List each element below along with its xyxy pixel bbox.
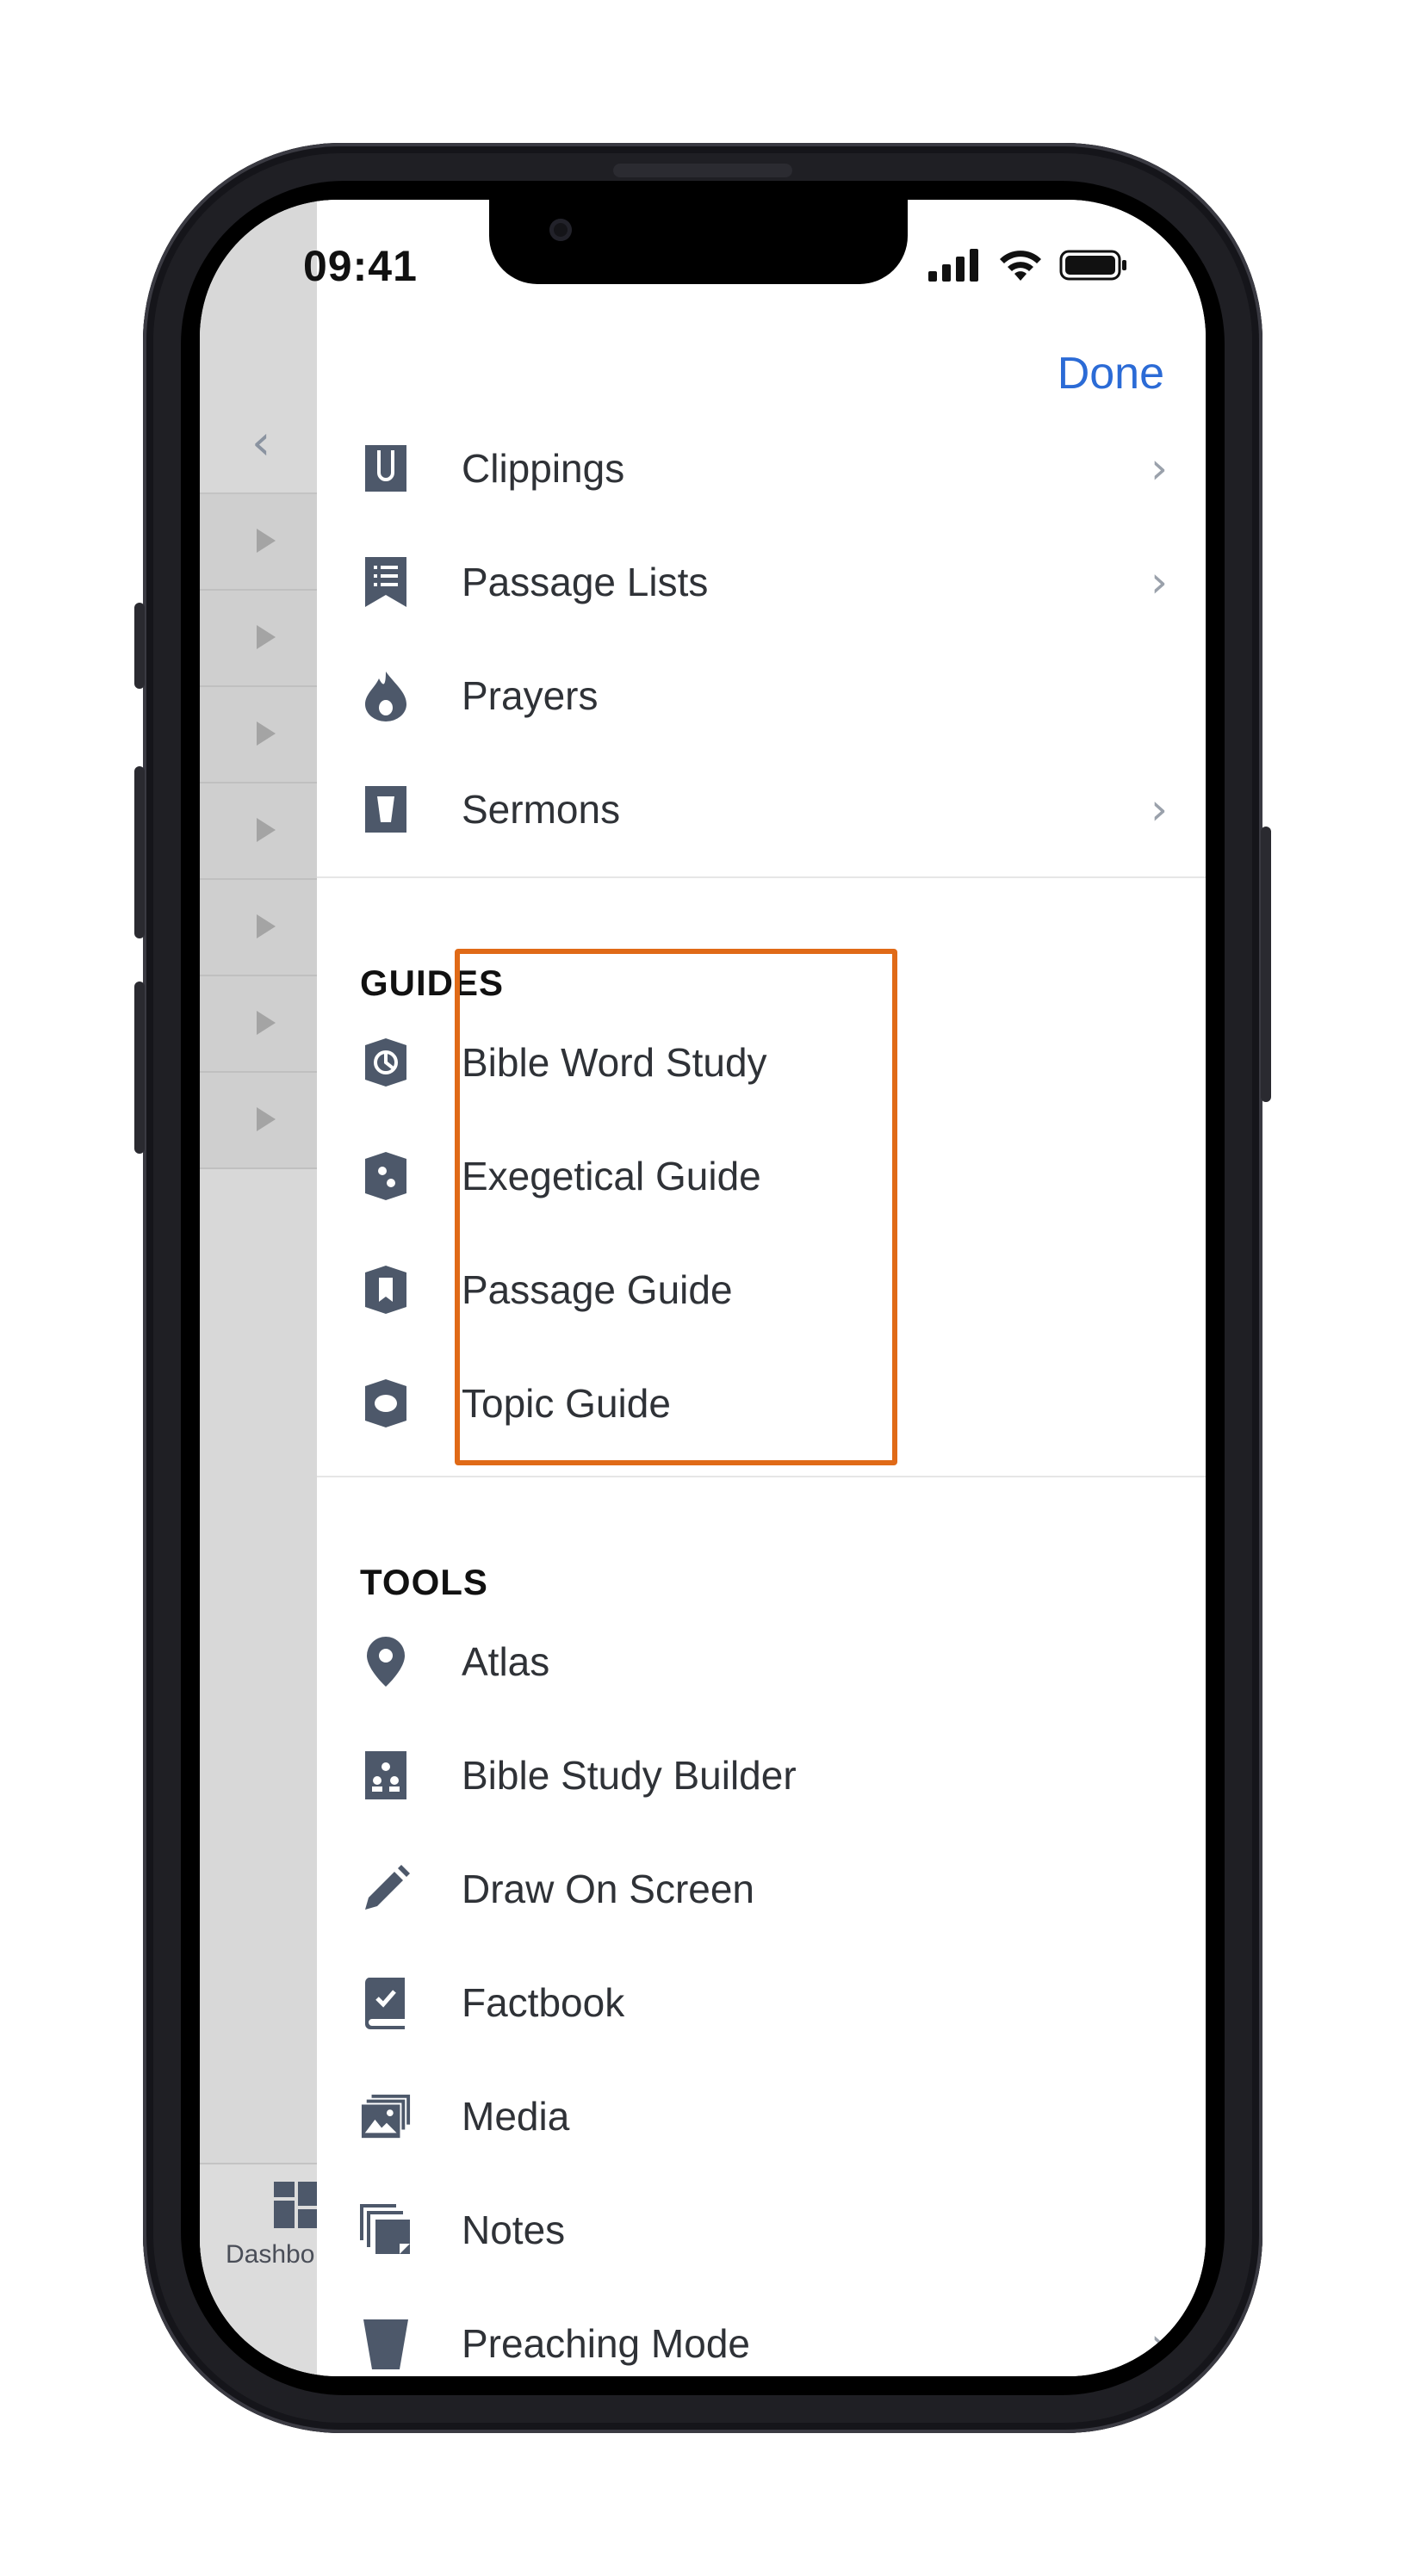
phone-volume-down-button <box>134 981 145 1154</box>
menu-item-label: Preaching Mode <box>462 2321 750 2366</box>
menu-item-label: Notes <box>462 2208 566 2252</box>
menu-item-label: Clippings <box>462 446 625 491</box>
dashboard-icon[interactable] <box>272 2180 324 2232</box>
collapsed-row[interactable] <box>200 687 317 783</box>
menu-item-notes[interactable]: Notes <box>317 2173 1206 2287</box>
menu-item-draw-on-screen[interactable]: Draw On Screen <box>317 1832 1206 1946</box>
menu-item-factbook[interactable]: Factbook <box>317 1946 1206 2059</box>
menu-item-label: Media <box>462 2094 570 2139</box>
battery-icon <box>1059 250 1126 281</box>
expand-triangle-icon <box>257 818 276 842</box>
collapsed-row[interactable] <box>200 976 317 1073</box>
clipping-icon <box>360 443 412 494</box>
expand-triangle-icon <box>257 721 276 746</box>
expand-triangle-icon <box>257 625 276 649</box>
topic-guide-icon <box>360 1378 412 1429</box>
phone-power-button <box>1261 827 1271 1102</box>
cellular-signal-icon <box>928 249 978 282</box>
study-builder-icon <box>360 1749 412 1801</box>
section-divider <box>317 876 1206 878</box>
menu-item-label: Draw On Screen <box>462 1867 755 1911</box>
menu-item-passage-lists[interactable]: Passage Lists › <box>317 525 1206 639</box>
prayer-flame-icon <box>360 670 412 721</box>
collapsed-row[interactable] <box>200 494 317 591</box>
menu-item-label: Passage Lists <box>462 560 709 604</box>
passage-list-icon <box>360 556 412 608</box>
section-title-tools: TOOLS <box>360 1562 488 1602</box>
done-button[interactable]: Done <box>1058 348 1164 399</box>
factbook-icon <box>360 1977 412 2029</box>
section-divider <box>317 1476 1206 1477</box>
map-pin-icon <box>360 1636 412 1687</box>
notch <box>489 200 908 284</box>
phone-volume-up-button <box>134 766 145 938</box>
preaching-mode-icon <box>360 2318 412 2369</box>
menu-item-label: Prayers <box>462 673 599 718</box>
expand-triangle-icon <box>257 914 276 938</box>
menu-item-label: Bible Study Builder <box>462 1753 797 1798</box>
menu-item-atlas[interactable]: Atlas <box>317 1605 1206 1718</box>
expand-triangle-icon <box>257 529 276 553</box>
collapsed-row[interactable] <box>200 880 317 976</box>
status-icons <box>928 248 1128 282</box>
menu-item-clippings[interactable]: Clippings › <box>317 412 1206 525</box>
sermon-icon <box>360 783 412 835</box>
menu-item-preaching-mode[interactable]: Preaching Mode › <box>317 2287 1206 2376</box>
status-time: 09:41 <box>303 242 418 290</box>
media-icon <box>360 2090 412 2142</box>
menu-item-prayers[interactable]: Prayers <box>317 639 1206 752</box>
notes-icon <box>360 2204 412 2256</box>
pencil-icon <box>360 1863 412 1915</box>
collapsed-row[interactable] <box>200 783 317 880</box>
menu-item-label: Sermons <box>462 787 621 832</box>
screen: ‹ Dashbo Done Clippings › Passage Lists … <box>200 200 1206 2376</box>
front-camera <box>549 219 572 241</box>
chevron-right-icon: › <box>1151 443 1168 493</box>
expand-triangle-icon <box>257 1011 276 1035</box>
menu-item-media[interactable]: Media <box>317 2059 1206 2173</box>
menu-item-sermons[interactable]: Sermons › <box>317 752 1206 866</box>
menu-item-label: Atlas <box>462 1639 550 1684</box>
chevron-right-icon: › <box>1151 2319 1168 2369</box>
underlying-panel: ‹ Dashbo <box>200 200 322 2376</box>
word-study-icon <box>360 1037 412 1088</box>
guides-highlight-box <box>455 949 897 1465</box>
more-menu-panel: Done Clippings › Passage Lists › Prayers <box>317 200 1206 2376</box>
wifi-icon <box>1000 251 1041 281</box>
expand-triangle-icon <box>257 1107 276 1131</box>
menu-item-bible-study-builder[interactable]: Bible Study Builder <box>317 1718 1206 1832</box>
chevron-right-icon: › <box>1151 557 1168 607</box>
passage-guide-icon <box>360 1264 412 1316</box>
dashboard-tab-label[interactable]: Dashbo <box>226 2240 314 2269</box>
menu-item-label: Factbook <box>462 1980 625 2025</box>
collapsed-row[interactable] <box>200 591 317 687</box>
exegetical-guide-icon <box>360 1150 412 1202</box>
back-chevron-icon[interactable]: ‹ <box>251 415 270 471</box>
phone-speaker <box>613 164 792 177</box>
chevron-right-icon: › <box>1151 784 1168 834</box>
phone-silent-switch <box>134 603 145 689</box>
collapsed-row[interactable] <box>200 1073 317 1169</box>
